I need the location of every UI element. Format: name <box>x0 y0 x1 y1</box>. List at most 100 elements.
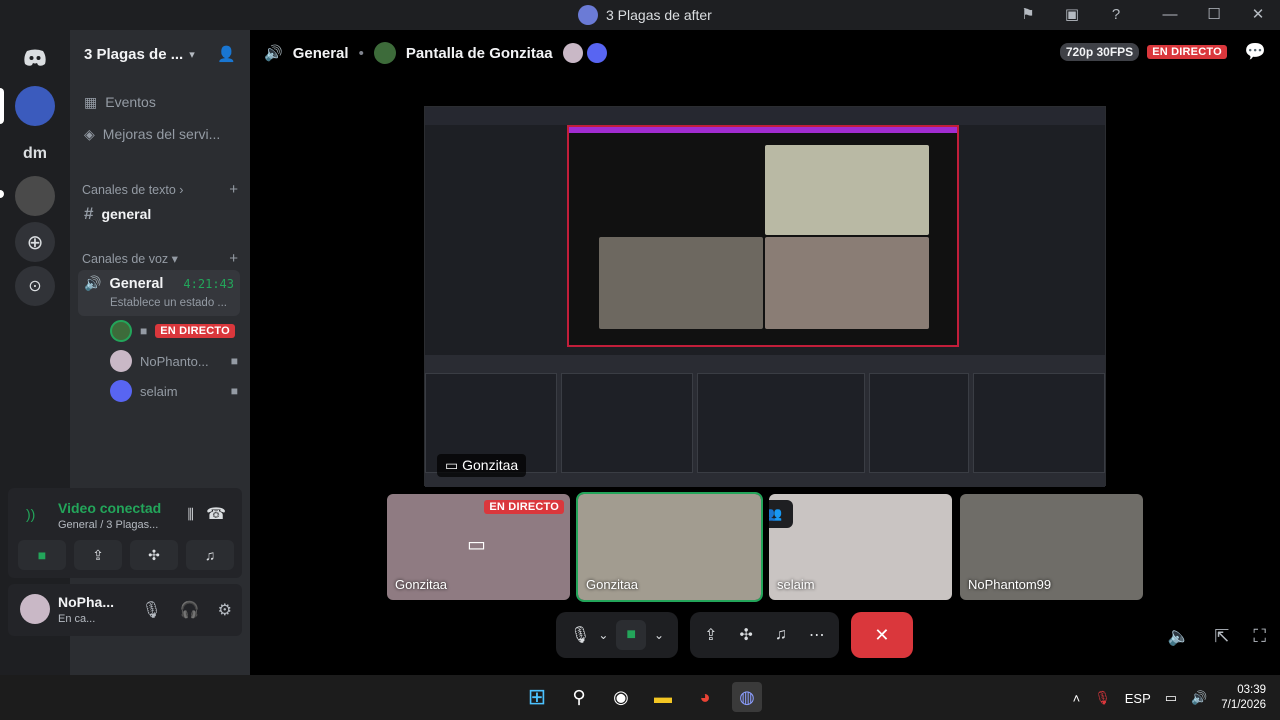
chevron-down-icon[interactable]: ⌄ <box>598 628 608 642</box>
language-indicator[interactable]: ESP <box>1125 691 1151 706</box>
end-stream-button[interactable]: ✕ <box>850 612 913 658</box>
network-icon[interactable]: ▭ <box>1165 690 1177 706</box>
user-status: En ca... <box>58 613 96 625</box>
speaker-icon: 🔊 <box>84 275 102 291</box>
search-icon[interactable]: ⚲ <box>564 682 594 712</box>
chevron-down-icon[interactable]: ⌄ <box>654 628 664 642</box>
calendar-icon: ▦ <box>84 93 98 110</box>
maximize-button[interactable]: ☐ <box>1192 5 1236 23</box>
os-taskbar: ⊞ ⚲ ◉ ▬ ◕ ◍ ˄ 🎙 ESP ▭ 🔊 03:39 7/1/2026 <box>0 675 1280 720</box>
signal-icon[interactable]: )) <box>26 506 35 522</box>
active-server-indicator <box>0 88 4 124</box>
camera-button[interactable]: ■ <box>18 540 66 570</box>
obs-docks <box>425 355 1105 487</box>
file-explorer-icon[interactable]: ▬ <box>648 682 678 712</box>
screen-share-stream[interactable]: ▭ Gonzitaa <box>424 106 1106 487</box>
voice-member-nophantom[interactable]: NoPhanto... ■ <box>110 349 238 373</box>
add-channel-icon[interactable]: + <box>229 181 238 198</box>
obs-icon[interactable]: ◉ <box>606 682 636 712</box>
more-options-button[interactable]: ⋯ <box>809 625 825 645</box>
minimize-button[interactable]: — <box>1148 6 1192 23</box>
voice-member-gonzitaa[interactable]: ■ EN DIRECTO <box>110 319 238 343</box>
clock[interactable]: 03:39 7/1/2026 <box>1221 683 1266 713</box>
soundboard-button[interactable]: ♫ <box>775 626 787 644</box>
voice-status[interactable]: Establece un estado ... <box>110 297 227 309</box>
voice-member-selaim[interactable]: selaim ■ <box>110 379 238 403</box>
voice-timer: 4:21:43 <box>183 276 234 291</box>
server-icon-avatar[interactable] <box>15 176 55 216</box>
flag-icon[interactable]: ⚑ <box>1006 5 1050 23</box>
participant-tile-gonzitaa[interactable]: Gonzitaa <box>576 492 763 602</box>
voice-channel-name: General <box>109 275 164 292</box>
avatar <box>586 43 607 63</box>
channel-label: general <box>101 206 152 222</box>
screen-icon: ▭ <box>445 457 459 473</box>
microphone-icon[interactable]: 🎙 <box>141 600 161 620</box>
popout-icon[interactable]: ⇱ <box>1214 626 1229 647</box>
server-header[interactable]: 3 Plagas de ... ▾ 👤 <box>70 30 250 78</box>
members-toggle-icon[interactable]: ⌄ 👥 <box>769 500 793 528</box>
share-screen-button[interactable]: ⇪ <box>704 625 717 645</box>
voice-category[interactable]: Canales de voz ▾ + <box>82 250 238 267</box>
clock-time: 03:39 <box>1237 684 1266 696</box>
text-channel-general[interactable]: # general <box>78 200 242 228</box>
fullscreen-icon[interactable]: ⛶ <box>1253 626 1266 647</box>
server-rail: dm ⊕ ⊙ <box>0 30 70 675</box>
system-tray: ˄ 🎙 ESP ▭ 🔊 03:39 7/1/2026 <box>1073 683 1266 713</box>
activities-button[interactable]: ✣ <box>740 625 753 645</box>
sidebar-item-eventos[interactable]: ▦ Eventos <box>78 88 242 116</box>
participant-tile-stream[interactable]: EN DIRECTO ▭ Gonzitaa <box>387 494 570 600</box>
headphones-icon[interactable]: 🎧 <box>180 600 200 620</box>
media-controls: 🎙 ⌄ ■ ⌄ <box>556 612 679 658</box>
avatar <box>110 320 132 342</box>
microphone-button[interactable]: 🎙 <box>570 625 590 645</box>
server-icon-dm[interactable]: dm <box>15 134 55 174</box>
add-server-icon[interactable]: ⊕ <box>15 222 55 262</box>
voice-connected-subtitle[interactable]: General / 3 Plagas... <box>58 519 158 531</box>
text-category[interactable]: Canales de texto › + <box>82 181 238 198</box>
gear-icon[interactable]: ⚙ <box>218 600 232 620</box>
user-panel: NoPha... En ca... 🎙 🎧 ⚙ <box>8 584 242 636</box>
help-icon[interactable]: ? <box>1094 6 1138 23</box>
camera-button[interactable]: ■ <box>616 620 647 650</box>
avatar[interactable] <box>20 594 50 624</box>
sidebar-item-label: Eventos <box>105 94 156 110</box>
voice-channel-general[interactable]: 🔊 General 4:21:43 Establece un estado ..… <box>78 270 240 316</box>
server-icon-3-plagas[interactable] <box>15 86 55 126</box>
voice-connected-title: Video conectad <box>58 500 162 516</box>
sidebar-item-label: Mejoras del servi... <box>102 126 221 142</box>
participant-tile-nophantom[interactable]: NoPhantom99 <box>960 494 1143 600</box>
discord-taskbar-icon[interactable]: ◍ <box>732 682 762 712</box>
invite-user-icon[interactable]: 👤 <box>217 45 236 63</box>
chevron-right-icon: › <box>179 182 184 197</box>
windows-start-icon[interactable]: ⊞ <box>522 682 552 712</box>
boost-icon: ◈ <box>84 125 95 142</box>
camera-icon: ■ <box>140 324 148 338</box>
screen-icon[interactable]: ▣ <box>1050 5 1094 23</box>
noise-suppression-icon[interactable]: ⫼ <box>188 506 194 523</box>
volume-icon[interactable]: 🔈 <box>1168 626 1190 647</box>
discover-icon[interactable]: ⊙ <box>15 266 55 306</box>
server-name: 3 Plagas de ... <box>84 45 184 63</box>
participant-tile-selaim[interactable]: ⌄ 👥 selaim <box>769 494 952 600</box>
chevron-up-icon[interactable]: ˄ <box>1073 691 1081 706</box>
separator-dot: • <box>358 44 364 62</box>
video-tile <box>765 145 929 235</box>
sidebar-item-mejoras[interactable]: ◈ Mejoras del servi... <box>78 120 242 148</box>
close-button[interactable]: ✕ <box>1236 5 1280 23</box>
share-screen-button[interactable]: ⇪ <box>74 540 122 570</box>
participant-name: Gonzitaa <box>395 577 448 592</box>
chat-icon[interactable]: 💬 <box>1245 42 1266 62</box>
volume-icon[interactable]: 🔊 <box>1191 690 1207 706</box>
chrome-icon[interactable]: ◕ <box>690 682 720 712</box>
activities-button[interactable]: ✣ <box>130 540 178 570</box>
microphone-icon[interactable]: 🎙 <box>1094 690 1111 706</box>
add-channel-icon[interactable]: + <box>229 250 238 267</box>
unread-indicator <box>0 190 4 198</box>
disconnect-icon[interactable]: ☎ <box>206 504 226 524</box>
discord-home-icon[interactable] <box>15 38 55 78</box>
live-badge: EN DIRECTO <box>155 324 235 338</box>
participant-name: Gonzitaa <box>586 577 639 592</box>
soundboard-button[interactable]: ♫ <box>186 540 234 570</box>
avatar <box>562 43 583 63</box>
